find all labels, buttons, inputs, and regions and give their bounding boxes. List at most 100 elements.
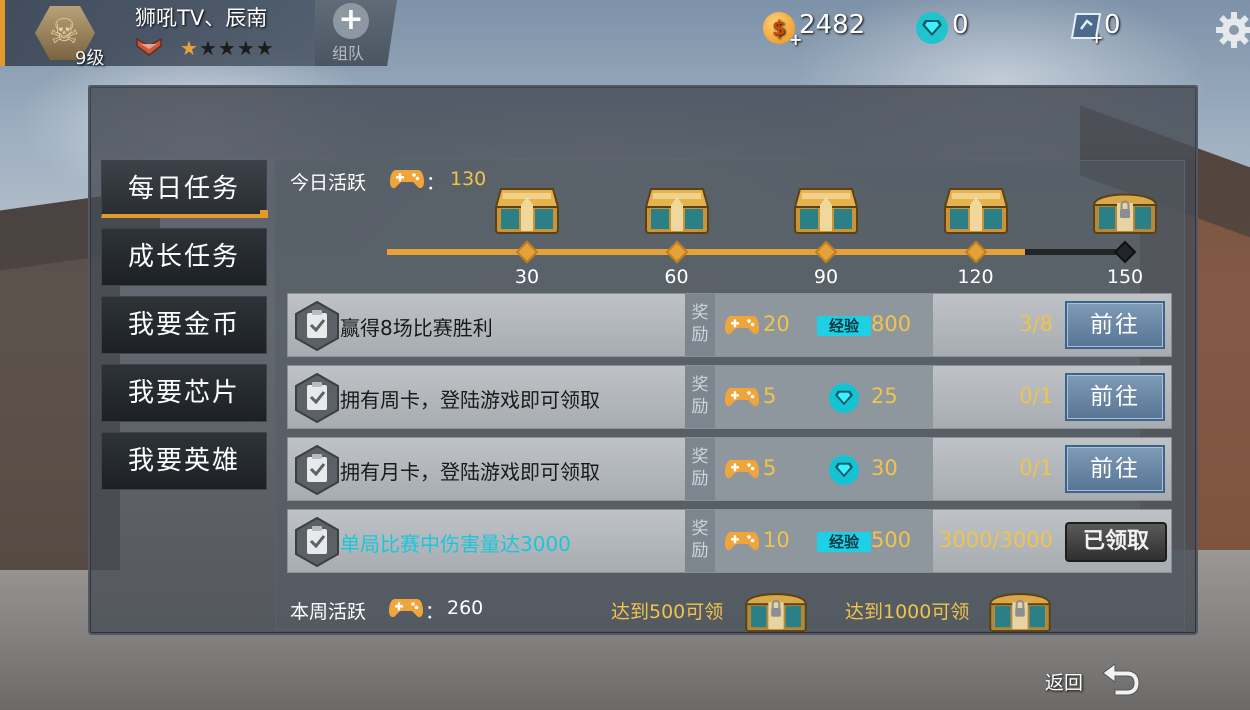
weekly-activity-value: 260 <box>447 597 484 619</box>
star-empty-icon: ★ <box>255 36 275 60</box>
activity-reward-value: 5 <box>763 384 777 408</box>
star-empty-icon: ★ <box>198 36 218 60</box>
reward-label: 奖励 <box>685 294 715 356</box>
activity-chest-30[interactable] <box>493 185 561 235</box>
team-button-label: 组队 <box>332 44 365 63</box>
activity-chest-150[interactable] <box>1091 185 1159 235</box>
milestone-label: 150 <box>1106 266 1144 288</box>
exp-badge: 经验 <box>817 316 871 336</box>
milestone-label: 120 <box>957 266 994 288</box>
task-clipboard-icon <box>292 300 342 352</box>
daily-activity-label: 今日活跃 <box>290 172 367 194</box>
reward-box: 10 经验 500 <box>715 510 933 572</box>
reward-label: 奖励 <box>685 510 715 572</box>
reward-label: 奖励 <box>685 366 715 428</box>
gold-currency[interactable]: $ + 2482 <box>763 10 873 49</box>
rank-stars: ★★★★★ <box>180 36 275 60</box>
tab-growth-tasks[interactable]: 成长任务 <box>101 228 267 286</box>
daily-activity-progress-bar <box>387 249 1127 255</box>
reward-label: 奖励 <box>685 438 715 500</box>
task-progress: 3000/3000 <box>939 528 1053 552</box>
milestone-label: 30 <box>514 266 540 288</box>
gold-value: 2482 <box>799 10 866 40</box>
weekly-chest-500[interactable] <box>741 585 811 633</box>
diamond-value: 0 <box>952 10 969 40</box>
diamond-currency[interactable]: 0 <box>916 10 976 46</box>
task-progress: 3/8 <box>1019 312 1053 336</box>
diamond-icon <box>829 383 859 413</box>
plus-icon: + <box>333 3 369 39</box>
add-card-plus-icon[interactable]: + <box>1090 28 1103 47</box>
task-row: 赢得8场比赛胜利 奖励 20 经验 800 3/8 前往 <box>287 293 1172 357</box>
back-button[interactable]: 返回 <box>1045 660 1145 700</box>
activity-reward-value: 20 <box>763 312 790 336</box>
milestone-label: 90 <box>813 266 839 288</box>
activity-chest-90[interactable] <box>792 185 860 235</box>
task-progress: 0/1 <box>1019 456 1053 480</box>
star-empty-icon: ★ <box>217 36 237 60</box>
back-button-label: 返回 <box>1045 672 1084 694</box>
tab-earn-gold[interactable]: 我要金币 <box>101 296 267 354</box>
exp-badge: 经验 <box>817 532 871 552</box>
task-name: 赢得8场比赛胜利 <box>340 316 493 340</box>
second-reward-value: 30 <box>871 456 898 480</box>
go-button[interactable]: 前往 <box>1065 301 1165 349</box>
gamepad-icon <box>389 599 423 618</box>
gamepad-icon <box>725 458 759 484</box>
gamepad-icon <box>725 530 759 556</box>
second-reward-value: 500 <box>871 528 912 552</box>
avatar[interactable]: ☠ 9级 <box>25 4 111 69</box>
second-reward-value: 25 <box>871 384 898 408</box>
card-currency[interactable]: + 0 <box>1070 10 1130 47</box>
activity-chest-60[interactable] <box>643 185 711 235</box>
task-name: 单局比赛中伤害量达3000 <box>340 532 571 556</box>
task-progress: 0/1 <box>1019 384 1053 408</box>
diamond-icon <box>829 455 859 485</box>
daily-activity-colon: ： <box>426 172 446 194</box>
diamond-icon <box>916 12 948 44</box>
tab-daily-tasks[interactable]: 每日任务 <box>101 160 268 218</box>
card-value: 0 <box>1104 10 1121 40</box>
activity-reward-value: 5 <box>763 456 777 480</box>
reward-box: 5 30 <box>715 438 933 500</box>
go-button[interactable]: 前往 <box>1065 445 1165 493</box>
weekly-chest-1000[interactable] <box>985 585 1055 633</box>
daily-activity-value: 130 <box>450 168 487 190</box>
gear-icon[interactable] <box>1214 10 1250 50</box>
weekly-goal-1000-label: 达到1000可领 <box>845 601 970 623</box>
task-name: 拥有月卡，登陆游戏即可领取 <box>340 460 600 484</box>
star-filled-icon: ★ <box>180 36 199 60</box>
tab-earn-chips[interactable]: 我要芯片 <box>101 364 267 422</box>
task-row: 拥有周卡，登陆游戏即可领取 奖励 5 25 0/1 前往 <box>287 365 1172 429</box>
reward-box: 5 25 <box>715 366 933 428</box>
task-row: 单局比赛中伤害量达3000 奖励 10 经验 500 3000/3000 已领取 <box>287 509 1172 573</box>
second-reward-value: 800 <box>871 312 912 336</box>
player-name: 狮吼TV、辰南 <box>135 6 268 30</box>
weekly-activity-bar: 本周活跃 ： 260 达到500可领 达到1000可领 <box>287 585 1172 633</box>
player-level: 9级 <box>75 48 105 69</box>
star-empty-icon: ★ <box>236 36 256 60</box>
task-clipboard-icon <box>292 516 342 568</box>
player-profile[interactable]: ☠ 9级 狮吼TV、辰南 ★★★★★ <box>0 0 315 69</box>
weekly-activity-label: 本周活跃 <box>290 601 367 623</box>
task-row: 拥有月卡，登陆游戏即可领取 奖励 5 30 0/1 前往 <box>287 437 1172 501</box>
gamepad-icon <box>725 386 759 412</box>
task-clipboard-icon <box>292 372 342 424</box>
panel-header <box>88 85 1198 159</box>
activity-reward-value: 10 <box>763 528 790 552</box>
top-bar: ☠ 9级 狮吼TV、辰南 ★★★★★ + 组队 $ + 2482 0 + 0 <box>0 0 1250 69</box>
team-button[interactable]: + 组队 <box>315 0 397 66</box>
daily-activity-progress-fill <box>387 249 1026 255</box>
reward-box: 20 经验 800 <box>715 294 933 356</box>
gamepad-icon <box>390 170 424 189</box>
milestone-label: 60 <box>664 266 689 288</box>
tab-earn-heroes[interactable]: 我要英雄 <box>101 432 267 490</box>
weekly-activity-colon: ： <box>425 601 445 623</box>
rank-chevron-icon <box>136 37 162 56</box>
activity-chest-120[interactable] <box>942 185 1010 235</box>
go-button[interactable]: 前往 <box>1065 373 1165 421</box>
gamepad-icon <box>725 314 759 340</box>
claimed-button: 已领取 <box>1065 522 1167 562</box>
back-arrow-icon <box>1102 663 1140 696</box>
weekly-goal-500-label: 达到500可领 <box>611 601 724 623</box>
